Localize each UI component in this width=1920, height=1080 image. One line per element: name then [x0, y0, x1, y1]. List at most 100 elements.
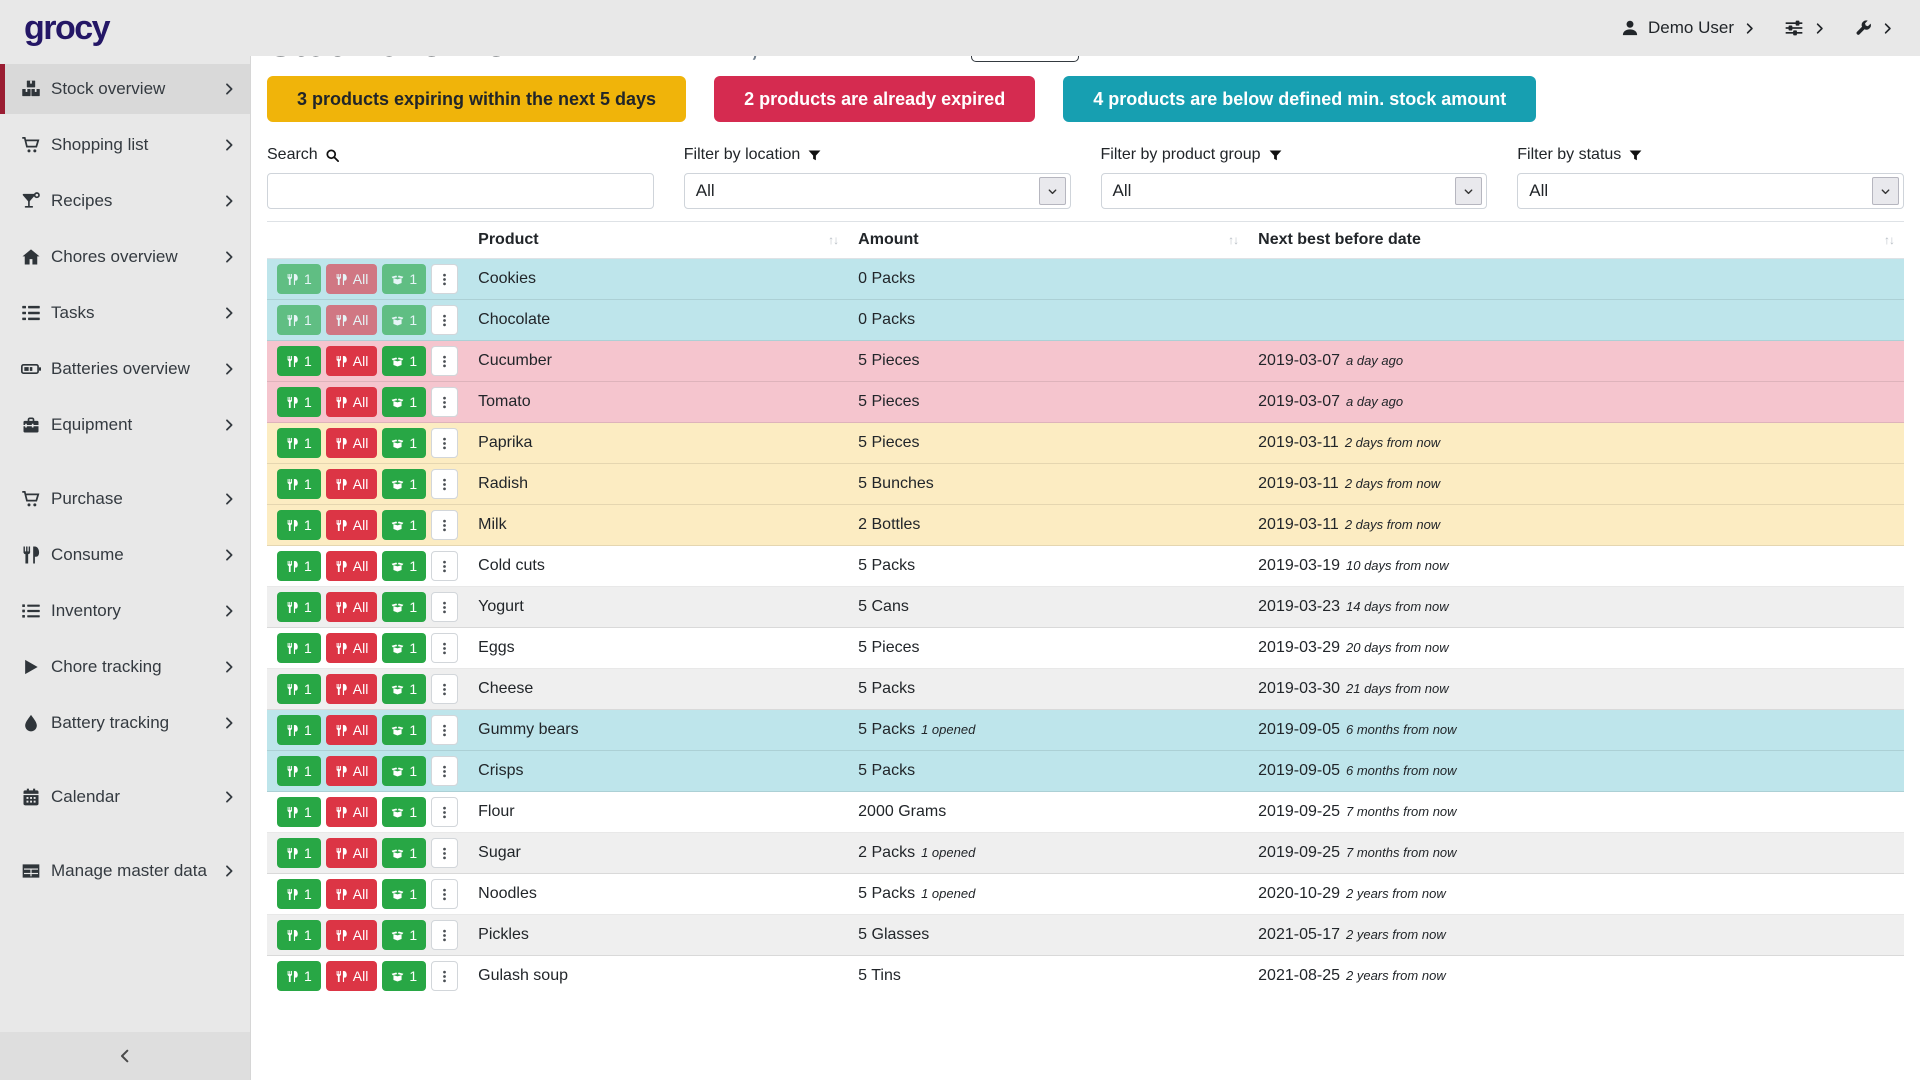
- open-one-button[interactable]: 1: [382, 551, 426, 581]
- open-one-button[interactable]: 1: [382, 756, 426, 786]
- consume-all-button[interactable]: All: [326, 797, 378, 827]
- consume-all-button[interactable]: All: [326, 920, 378, 950]
- row-menu-button[interactable]: [431, 264, 458, 294]
- consume-all-button[interactable]: All: [326, 305, 378, 335]
- consume-all-button[interactable]: All: [326, 592, 378, 622]
- consume-all-button[interactable]: All: [326, 469, 378, 499]
- row-menu-button[interactable]: [431, 633, 458, 663]
- sidebar-item-equipment[interactable]: Equipment: [0, 400, 250, 450]
- open-one-button[interactable]: 1: [382, 469, 426, 499]
- consume-one-button[interactable]: 1: [277, 715, 321, 745]
- consume-one-button[interactable]: 1: [277, 264, 321, 294]
- sidebar-item-batteries-overview[interactable]: Batteries overview: [0, 344, 250, 394]
- consume-one-button[interactable]: 1: [277, 920, 321, 950]
- row-menu-button[interactable]: [431, 305, 458, 335]
- admin-menu[interactable]: [1854, 19, 1894, 37]
- status-banner[interactable]: 3 products expiring within the next 5 da…: [267, 76, 686, 122]
- sidebar-item-battery-tracking[interactable]: Battery tracking: [0, 698, 250, 748]
- consume-one-button[interactable]: 1: [277, 879, 321, 909]
- open-one-button[interactable]: 1: [382, 797, 426, 827]
- consume-one-button[interactable]: 1: [277, 961, 321, 991]
- open-one-button[interactable]: 1: [382, 510, 426, 540]
- consume-all-button[interactable]: All: [326, 879, 378, 909]
- open-one-button[interactable]: 1: [382, 715, 426, 745]
- open-one-button[interactable]: 1: [382, 387, 426, 417]
- open-one-button[interactable]: 1: [382, 428, 426, 458]
- consume-all-button[interactable]: All: [326, 387, 378, 417]
- sidebar-item-stock-overview[interactable]: Stock overview: [0, 64, 250, 114]
- consume-one-button[interactable]: 1: [277, 633, 321, 663]
- open-one-button[interactable]: 1: [382, 264, 426, 294]
- sidebar-item-consume[interactable]: Consume: [0, 530, 250, 580]
- sidebar-item-inventory[interactable]: Inventory: [0, 586, 250, 636]
- row-menu-button[interactable]: [431, 469, 458, 499]
- sidebar-item-chores-overview[interactable]: Chores overview: [0, 232, 250, 282]
- open-one-button[interactable]: 1: [382, 879, 426, 909]
- row-menu-button[interactable]: [431, 510, 458, 540]
- row-menu-button[interactable]: [431, 961, 458, 991]
- row-menu-button[interactable]: [431, 551, 458, 581]
- sidebar-item-chore-tracking[interactable]: Chore tracking: [0, 642, 250, 692]
- search-input[interactable]: [267, 173, 654, 209]
- consume-one-button[interactable]: 1: [277, 551, 321, 581]
- open-one-button[interactable]: 1: [382, 674, 426, 704]
- open-one-button[interactable]: 1: [382, 920, 426, 950]
- sidebar-item-tasks[interactable]: Tasks: [0, 288, 250, 338]
- consume-one-button[interactable]: 1: [277, 346, 321, 376]
- column-header-amount[interactable]: Amount↑↓: [848, 222, 1248, 259]
- consume-all-button[interactable]: All: [326, 428, 378, 458]
- sidebar-item-purchase[interactable]: Purchase: [0, 474, 250, 524]
- row-menu-button[interactable]: [431, 879, 458, 909]
- settings-menu[interactable]: [1784, 18, 1826, 38]
- consume-all-button[interactable]: All: [326, 838, 378, 868]
- open-one-button[interactable]: 1: [382, 346, 426, 376]
- row-menu-button[interactable]: [431, 756, 458, 786]
- row-menu-button[interactable]: [431, 428, 458, 458]
- location-filter-select[interactable]: All: [684, 173, 1071, 209]
- consume-one-button[interactable]: 1: [277, 592, 321, 622]
- consume-one-button[interactable]: 1: [277, 674, 321, 704]
- consume-one-button[interactable]: 1: [277, 797, 321, 827]
- consume-all-button[interactable]: All: [326, 551, 378, 581]
- sidebar-item-calendar[interactable]: Calendar: [0, 772, 250, 822]
- consume-one-button[interactable]: 1: [277, 838, 321, 868]
- open-one-button[interactable]: 1: [382, 305, 426, 335]
- consume-all-button[interactable]: All: [326, 674, 378, 704]
- status-banner[interactable]: 4 products are below defined min. stock …: [1063, 76, 1536, 122]
- open-one-button[interactable]: 1: [382, 961, 426, 991]
- consume-one-button[interactable]: 1: [277, 387, 321, 417]
- sidebar-item-recipes[interactable]: Recipes: [0, 176, 250, 226]
- status-filter-select[interactable]: All: [1517, 173, 1904, 209]
- row-menu-button[interactable]: [431, 592, 458, 622]
- consume-one-button[interactable]: 1: [277, 510, 321, 540]
- row-menu-button[interactable]: [431, 387, 458, 417]
- consume-one-button[interactable]: 1: [277, 469, 321, 499]
- product-group-filter-select[interactable]: All: [1101, 173, 1488, 209]
- row-menu-button[interactable]: [431, 797, 458, 827]
- app-logo[interactable]: grocy: [24, 9, 109, 48]
- consume-all-button[interactable]: All: [326, 633, 378, 663]
- consume-all-button[interactable]: All: [326, 961, 378, 991]
- consume-all-button[interactable]: All: [326, 510, 378, 540]
- row-menu-button[interactable]: [431, 838, 458, 868]
- row-menu-button[interactable]: [431, 674, 458, 704]
- consume-all-button[interactable]: All: [326, 346, 378, 376]
- consume-one-button[interactable]: 1: [277, 428, 321, 458]
- consume-one-button[interactable]: 1: [277, 756, 321, 786]
- row-menu-button[interactable]: [431, 346, 458, 376]
- consume-all-button[interactable]: All: [326, 756, 378, 786]
- open-one-button[interactable]: 1: [382, 633, 426, 663]
- column-header-product[interactable]: Product↑↓: [468, 222, 848, 259]
- open-one-button[interactable]: 1: [382, 838, 426, 868]
- sidebar-item-shopping-list[interactable]: Shopping list: [0, 120, 250, 170]
- row-menu-button[interactable]: [431, 920, 458, 950]
- sidebar-item-manage-master-data[interactable]: Manage master data: [0, 846, 250, 896]
- column-header-next-best-before-date[interactable]: Next best before date↑↓: [1248, 222, 1904, 259]
- row-menu-button[interactable]: [431, 715, 458, 745]
- consume-one-button[interactable]: 1: [277, 305, 321, 335]
- status-banner[interactable]: 2 products are already expired: [714, 76, 1035, 122]
- consume-all-button[interactable]: All: [326, 264, 378, 294]
- sidebar-collapse-button[interactable]: [0, 1032, 250, 1080]
- consume-all-button[interactable]: All: [326, 715, 378, 745]
- user-menu[interactable]: Demo User: [1621, 18, 1756, 38]
